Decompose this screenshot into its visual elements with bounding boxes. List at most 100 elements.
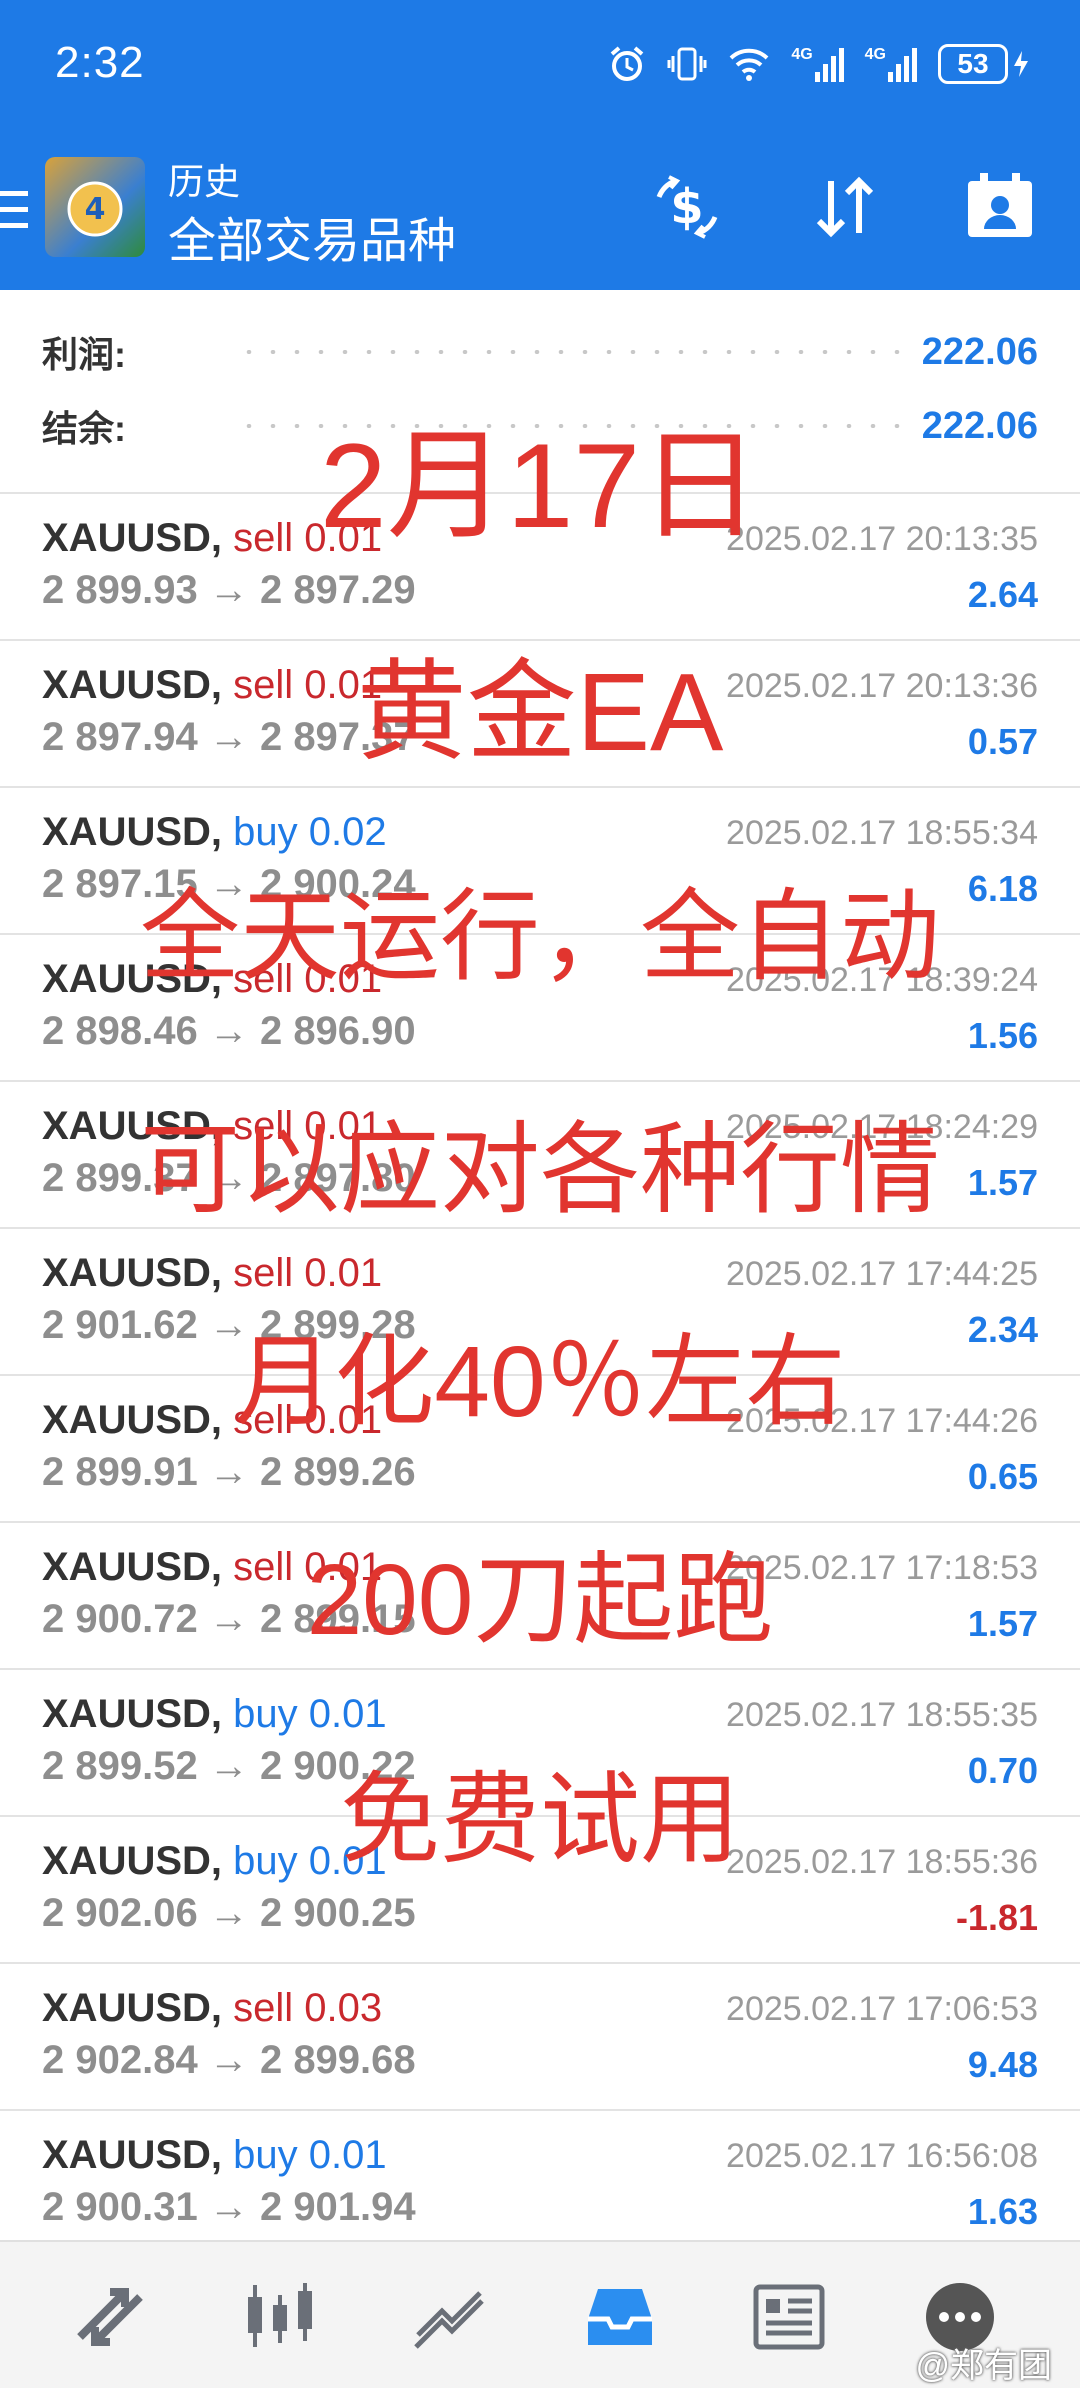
- trade-volume: 0.03: [304, 1986, 383, 2030]
- trade-open-price: 2 898.46: [42, 1009, 198, 1053]
- trade-profit: 0.57: [967, 721, 1038, 762]
- arrow-right-icon: →: [208, 2185, 260, 2229]
- trade-time: 2025.02.17 17:44:26: [726, 1402, 1038, 1440]
- trade-close-price: 2 900.25: [259, 1891, 416, 1935]
- trade-time: 2025.02.17 18:39:24: [726, 961, 1038, 999]
- trade-type: buy: [233, 2133, 309, 2177]
- sort-icon[interactable]: [803, 165, 887, 249]
- news-icon[interactable]: [740, 2272, 840, 2362]
- trade-close-price: 2 899.68: [259, 2038, 416, 2082]
- trade-profit: 9.48: [967, 2044, 1038, 2085]
- profit-label: 利润:: [42, 334, 126, 375]
- trade-prices: 2 897.94 → 2 897.37: [42, 715, 416, 760]
- wifi-icon: [727, 44, 771, 84]
- trade-volume: 0.01: [304, 1398, 383, 1442]
- trade-icon[interactable]: [400, 2272, 500, 2362]
- app-logo: 4: [45, 157, 145, 257]
- trade-profit: 6.18: [967, 868, 1038, 909]
- chart-icon[interactable]: [230, 2272, 330, 2362]
- trade-type: sell: [233, 1104, 305, 1148]
- trade-type: sell: [233, 957, 305, 1001]
- arrow-right-icon: →: [208, 2038, 260, 2082]
- trade-prices: 2 898.46 → 2 896.90: [42, 1009, 416, 1054]
- arrow-right-icon: →: [208, 715, 260, 759]
- balance-value: 222.06: [921, 404, 1038, 447]
- trade-header: XAUUSD, buy 0.02: [42, 810, 387, 855]
- trade-type: sell: [233, 1986, 305, 2030]
- trade-open-price: 2 897.15: [42, 862, 198, 906]
- app-bar: 4 历史 全部交易品种 $: [0, 135, 1080, 290]
- trade-type: sell: [233, 1251, 305, 1295]
- trade-row[interactable]: XAUUSD, buy 0.01 2 902.06 → 2 900.25 202…: [0, 1815, 1080, 1962]
- trade-row[interactable]: XAUUSD, sell 0.01 2 901.62 → 2 899.28 20…: [0, 1227, 1080, 1374]
- trade-open-price: 2 899.91: [42, 1450, 198, 1494]
- trade-row[interactable]: XAUUSD, sell 0.01 2 899.37 → 2 897.80 20…: [0, 1080, 1080, 1227]
- status-time: 2:32: [55, 38, 145, 87]
- trade-type: buy: [233, 1692, 309, 1736]
- trade-close-price: 2 896.90: [259, 1009, 416, 1053]
- trade-time: 2025.02.17 18:55:36: [726, 1843, 1038, 1881]
- trade-row[interactable]: XAUUSD, sell 0.01 2 900.72 → 2 899.15 20…: [0, 1521, 1080, 1668]
- trade-profit: 1.57: [967, 1162, 1038, 1203]
- page-subtitle: 历史: [168, 161, 241, 202]
- trade-volume: 0.01: [304, 516, 383, 560]
- status-bar: 2:32 4G 4G 53: [0, 0, 1080, 135]
- trade-prices: 2 897.15 → 2 900.24: [42, 862, 416, 907]
- trade-prices: 2 900.31 → 2 901.94: [42, 2185, 416, 2230]
- balance-label: 结余:: [42, 408, 126, 449]
- trade-header: XAUUSD, sell 0.01: [42, 1251, 382, 1296]
- trade-symbol: XAUUSD,: [42, 1545, 223, 1589]
- trade-close-price: 2 900.22: [259, 1744, 416, 1788]
- trade-open-price: 2 897.94: [42, 715, 198, 759]
- trade-prices: 2 900.72 → 2 899.15: [42, 1597, 416, 1642]
- quotes-icon[interactable]: [60, 2272, 160, 2362]
- trade-time: 2025.02.17 18:24:29: [726, 1108, 1038, 1146]
- trade-row[interactable]: XAUUSD, sell 0.03 2 902.84 → 2 899.68 20…: [0, 1962, 1080, 2109]
- trade-type: buy: [233, 810, 309, 854]
- trade-row[interactable]: XAUUSD, buy 0.01 2 900.31 → 2 901.94 202…: [0, 2109, 1080, 2256]
- trade-time: 2025.02.17 20:13:35: [726, 520, 1038, 558]
- arrow-right-icon: →: [208, 1156, 260, 1200]
- svg-text:$: $: [670, 179, 703, 235]
- trade-row[interactable]: XAUUSD, sell 0.01 2 899.93 → 2 897.29 20…: [0, 492, 1080, 639]
- trade-open-price: 2 900.31: [42, 2185, 198, 2229]
- trade-header: XAUUSD, buy 0.01: [42, 1839, 387, 1884]
- history-icon[interactable]: [570, 2272, 670, 2362]
- trade-symbol: XAUUSD,: [42, 810, 223, 854]
- signal-icon-2: 4G: [865, 46, 918, 82]
- trade-volume: 0.01: [304, 957, 383, 1001]
- trade-volume: 0.01: [304, 1104, 383, 1148]
- trade-row[interactable]: XAUUSD, buy 0.02 2 897.15 → 2 900.24 202…: [0, 786, 1080, 933]
- trade-header: XAUUSD, sell 0.01: [42, 516, 382, 561]
- trade-symbol: XAUUSD,: [42, 516, 223, 560]
- trade-open-price: 2 902.06: [42, 1891, 198, 1935]
- trade-close-price: 2 901.94: [259, 2185, 416, 2229]
- status-icons: 4G 4G 53: [607, 40, 1030, 88]
- trade-symbol: XAUUSD,: [42, 1251, 223, 1295]
- trade-header: XAUUSD, buy 0.01: [42, 1692, 387, 1737]
- trade-row[interactable]: XAUUSD, sell 0.01 2 899.91 → 2 899.26 20…: [0, 1374, 1080, 1521]
- arrow-right-icon: →: [208, 862, 260, 906]
- trade-row[interactable]: XAUUSD, sell 0.01 2 897.94 → 2 897.37 20…: [0, 639, 1080, 786]
- trade-profit: 2.34: [967, 1309, 1038, 1350]
- calendar-person-icon[interactable]: [958, 165, 1042, 249]
- watermark: @郑有团: [915, 2347, 1052, 2385]
- trade-header: XAUUSD, sell 0.01: [42, 663, 382, 708]
- currency-exchange-icon[interactable]: $: [645, 165, 729, 249]
- vibrate-icon: [667, 44, 707, 84]
- trade-time: 2025.02.17 16:56:08: [726, 2137, 1038, 2175]
- page-title[interactable]: 全部交易品种: [168, 201, 456, 271]
- dotted-leader: [237, 350, 902, 354]
- trade-prices: 2 902.06 → 2 900.25: [42, 1891, 416, 1936]
- trade-volume: 0.01: [304, 1545, 383, 1589]
- trade-row[interactable]: XAUUSD, buy 0.01 2 899.52 → 2 900.22 202…: [0, 1668, 1080, 1815]
- menu-icon[interactable]: [0, 185, 34, 235]
- trade-close-price: 2 897.80: [259, 1156, 416, 1200]
- trade-row[interactable]: XAUUSD, sell 0.01 2 898.46 → 2 896.90 20…: [0, 933, 1080, 1080]
- trade-header: XAUUSD, sell 0.01: [42, 1104, 382, 1149]
- trade-volume: 0.01: [308, 2133, 387, 2177]
- trade-symbol: XAUUSD,: [42, 1398, 223, 1442]
- battery-icon: 53: [938, 44, 1030, 84]
- trade-profit: 0.70: [967, 1750, 1038, 1791]
- trade-header: XAUUSD, sell 0.01: [42, 957, 382, 1002]
